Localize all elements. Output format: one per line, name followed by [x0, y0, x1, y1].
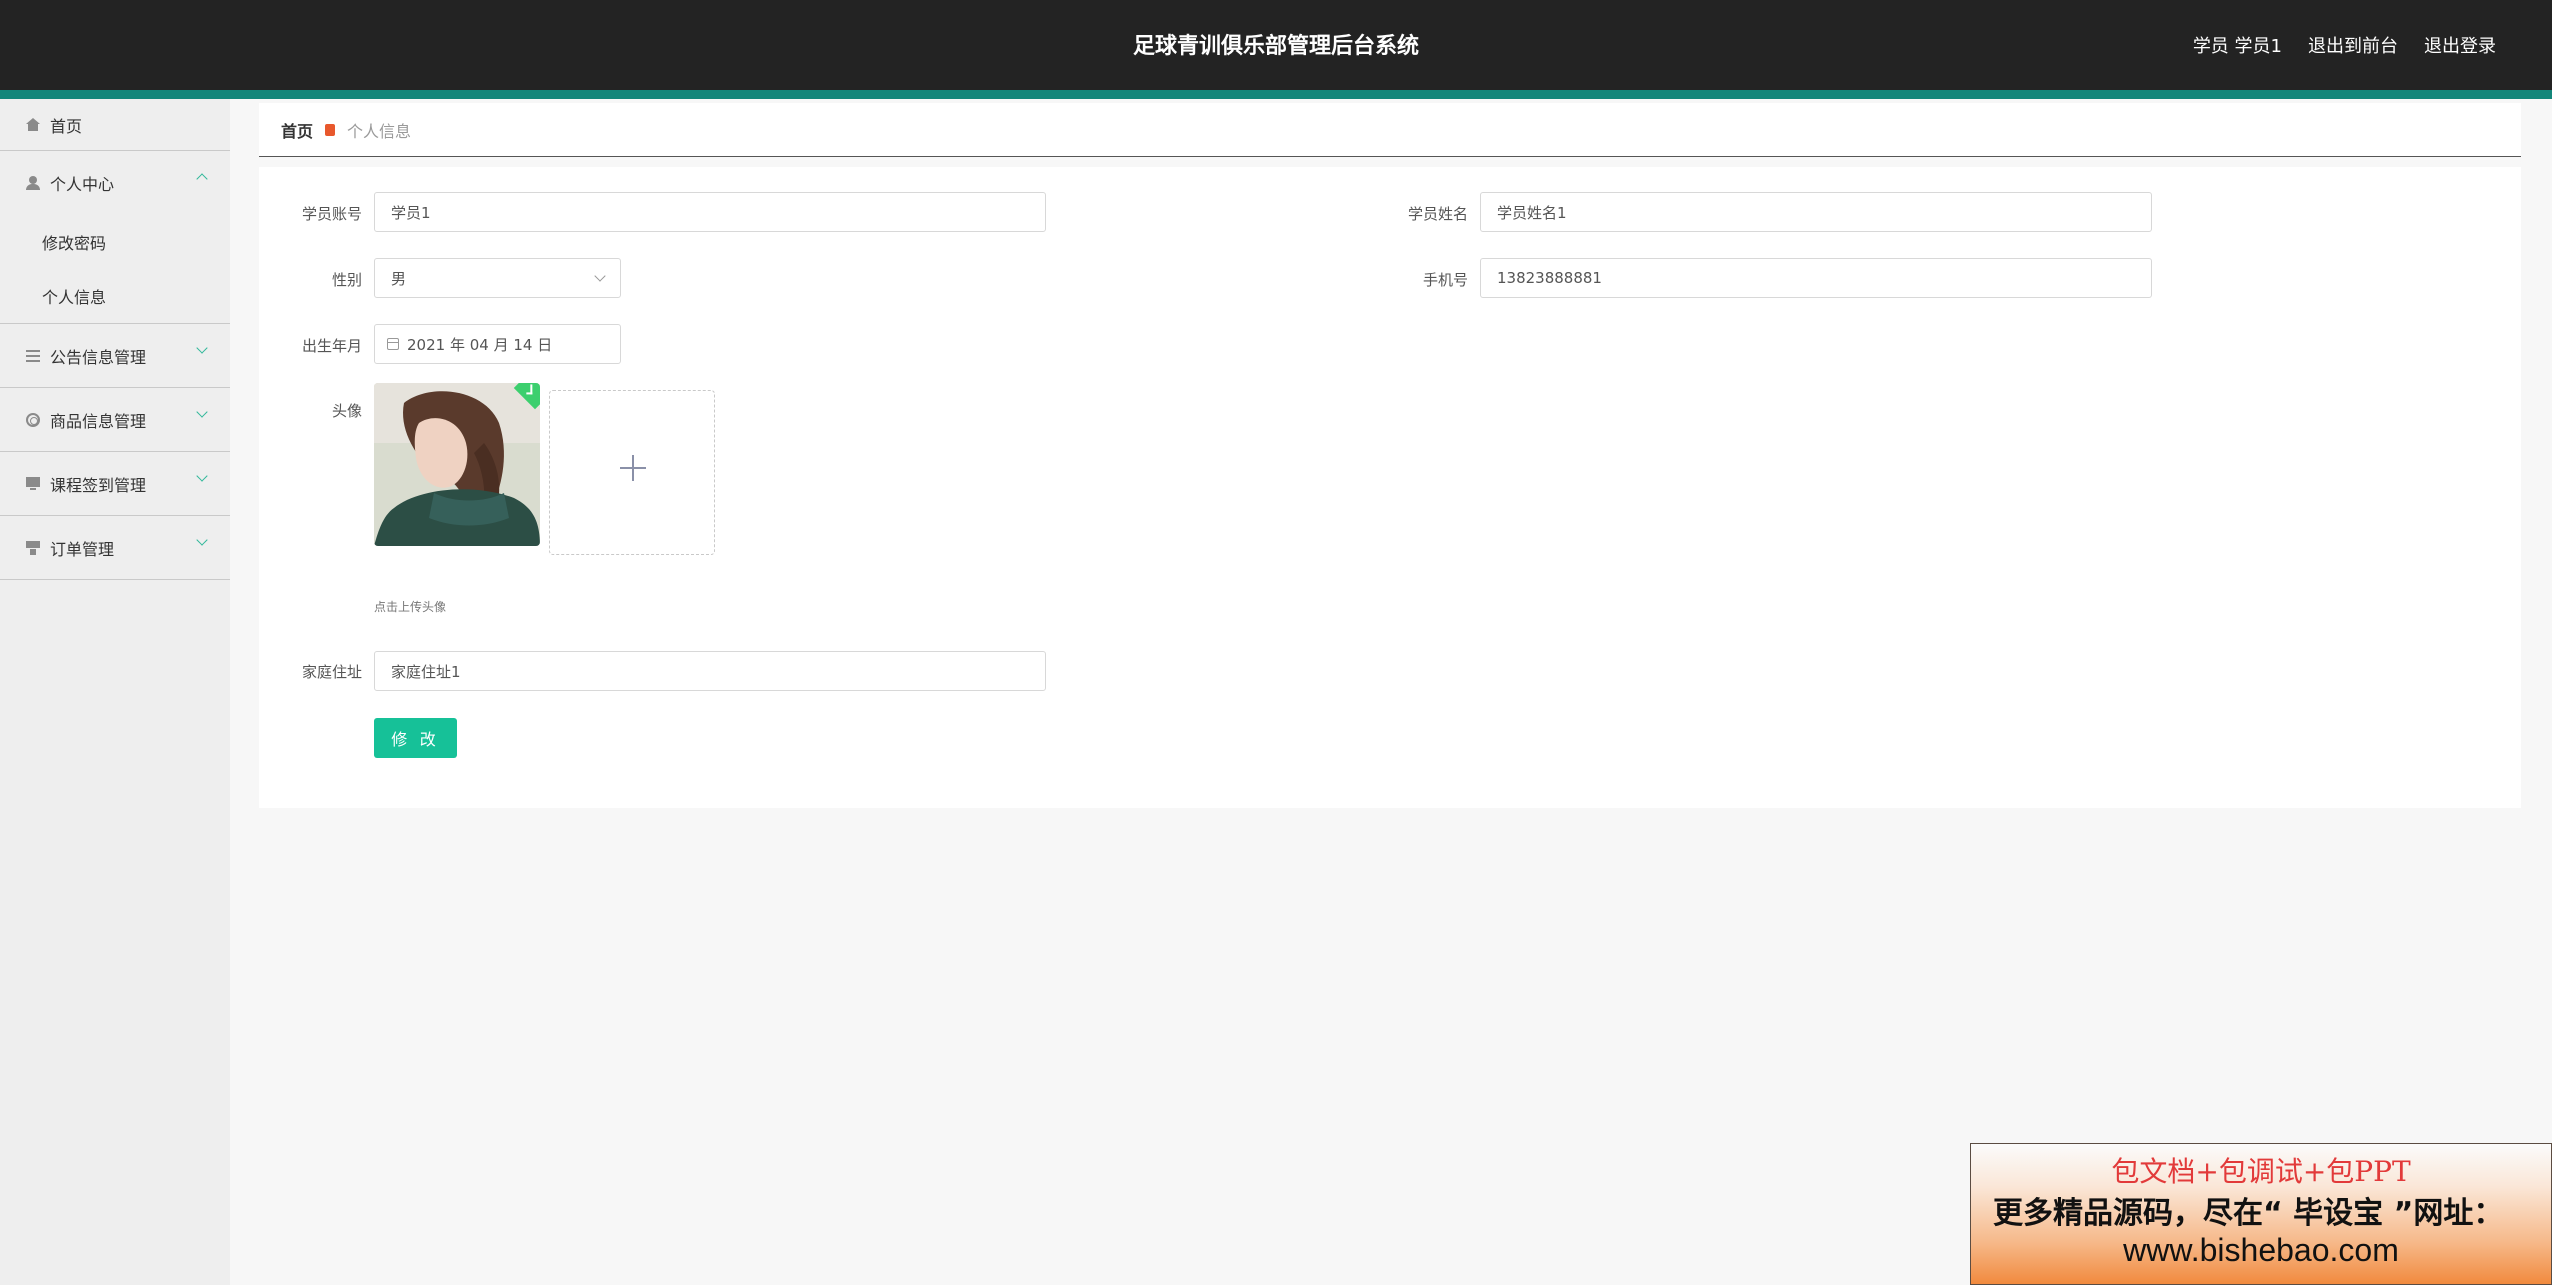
sidebar-item-label: 商品信息管理	[50, 411, 147, 431]
avatar-upload-button[interactable]	[549, 390, 715, 555]
avatar-label: 头像	[331, 402, 362, 420]
sidebar-group-orders: 订单管理	[0, 516, 230, 580]
address-value: 家庭住址1	[391, 662, 461, 681]
avatar-image[interactable]	[374, 383, 540, 546]
sidebar-item-course-checkin[interactable]: 课程签到管理	[0, 452, 230, 515]
account-input[interactable]: 学员1	[374, 192, 1046, 232]
gender-select[interactable]: 男	[374, 258, 621, 298]
promo-line-1: 包文档+包调试+包PPT	[2111, 1155, 2411, 1188]
sidebar-item-label: 订单管理	[50, 539, 115, 559]
birth-date-picker[interactable]: 2021 年 04 月 14 日	[374, 324, 621, 364]
sidebar-group-personal-center: 个人中心 修改密码 个人信息	[0, 151, 230, 324]
sidebar-item-announcements[interactable]: 公告信息管理	[0, 324, 230, 387]
sidebar-subitem-change-password[interactable]: 修改密码	[0, 215, 230, 269]
sidebar-item-personal-center[interactable]: 个人中心	[0, 151, 230, 215]
gender-label: 性别	[331, 271, 362, 289]
account-value: 学员1	[391, 203, 431, 222]
promo-line-2: 更多精品源码，尽在“ 毕设宝 ”网址：	[1993, 1196, 2504, 1231]
breadcrumb-current: 个人信息	[347, 121, 412, 141]
header-accent-strip	[0, 90, 2552, 99]
breadcrumb-separator-icon	[325, 123, 336, 136]
sidebar-item-products[interactable]: 商品信息管理	[0, 388, 230, 451]
calendar-icon	[387, 338, 399, 350]
sidebar-item-label: 公告信息管理	[50, 347, 147, 367]
top-header: 足球青训俱乐部管理后台系统 学员 学员1 退出到前台 退出登录	[0, 0, 2552, 90]
sidebar: 首页 个人中心 修改密码 个人信息 公告信息管理 商品信息管理 课程签到管理 订…	[0, 99, 230, 1285]
breadcrumb-home[interactable]: 首页	[281, 118, 313, 142]
promo-url: www.bishebao.com	[2123, 1232, 2399, 1268]
sidebar-group-home: 首页	[0, 99, 230, 151]
exit-to-front-link[interactable]: 退出到前台	[2308, 32, 2398, 58]
sidebar-item-home[interactable]: 首页	[0, 99, 230, 151]
breadcrumb: 首页 个人信息	[259, 103, 2521, 157]
chevron-up-icon	[196, 173, 208, 185]
sidebar-subitem-personal-info[interactable]: 个人信息	[0, 269, 230, 323]
app-title: 足球青训俱乐部管理后台系统	[1132, 34, 1419, 59]
birth-value: 2021 年 04 月 14 日	[407, 335, 553, 354]
header-actions: 学员 学员1 退出到前台 退出登录	[2193, 32, 2496, 58]
name-input[interactable]: 学员姓名1	[1480, 192, 2152, 232]
address-input[interactable]: 家庭住址1	[374, 651, 1046, 691]
avatar-upload-hint: 点击上传头像	[374, 600, 447, 614]
chevron-down-icon	[196, 342, 208, 354]
gender-value: 男	[391, 269, 407, 288]
chevron-down-icon	[196, 406, 208, 418]
stamp-icon	[26, 540, 40, 555]
chevron-down-icon	[196, 534, 208, 546]
user-icon	[26, 176, 40, 190]
list-icon	[26, 349, 40, 363]
avatar-photo	[374, 383, 540, 546]
sidebar-group-announcements: 公告信息管理	[0, 324, 230, 388]
sidebar-item-label: 首页	[50, 117, 83, 136]
chevron-down-icon	[196, 470, 208, 482]
monitor-icon	[26, 476, 40, 491]
address-label: 家庭住址	[301, 663, 362, 681]
name-value: 学员姓名1	[1497, 203, 1567, 222]
promo-banner: 包文档+包调试+包PPT 更多精品源码，尽在“ 毕设宝 ”网址： www.bis…	[1970, 1143, 2552, 1285]
sidebar-item-label: 个人中心	[50, 175, 115, 194]
phone-input[interactable]: 13823888881	[1480, 258, 2152, 298]
phone-label: 手机号	[1422, 271, 1468, 289]
chevron-down-icon	[594, 270, 606, 282]
sidebar-item-orders[interactable]: 订单管理	[0, 516, 230, 579]
phone-value: 13823888881	[1497, 269, 1602, 287]
sidebar-group-course-checkin: 课程签到管理	[0, 452, 230, 516]
plus-icon-vertical	[632, 455, 634, 481]
current-user-label: 学员 学员1	[2192, 36, 2282, 57]
sidebar-group-products: 商品信息管理	[0, 388, 230, 452]
birth-label: 出生年月	[301, 337, 362, 355]
home-icon	[26, 118, 40, 132]
ring-icon	[26, 412, 40, 427]
name-label: 学员姓名	[1407, 205, 1468, 223]
sidebar-item-label: 课程签到管理	[50, 475, 147, 495]
logout-link[interactable]: 退出登录	[2424, 32, 2496, 58]
modify-button[interactable]: 修 改	[374, 718, 457, 758]
account-label: 学员账号	[301, 205, 362, 223]
